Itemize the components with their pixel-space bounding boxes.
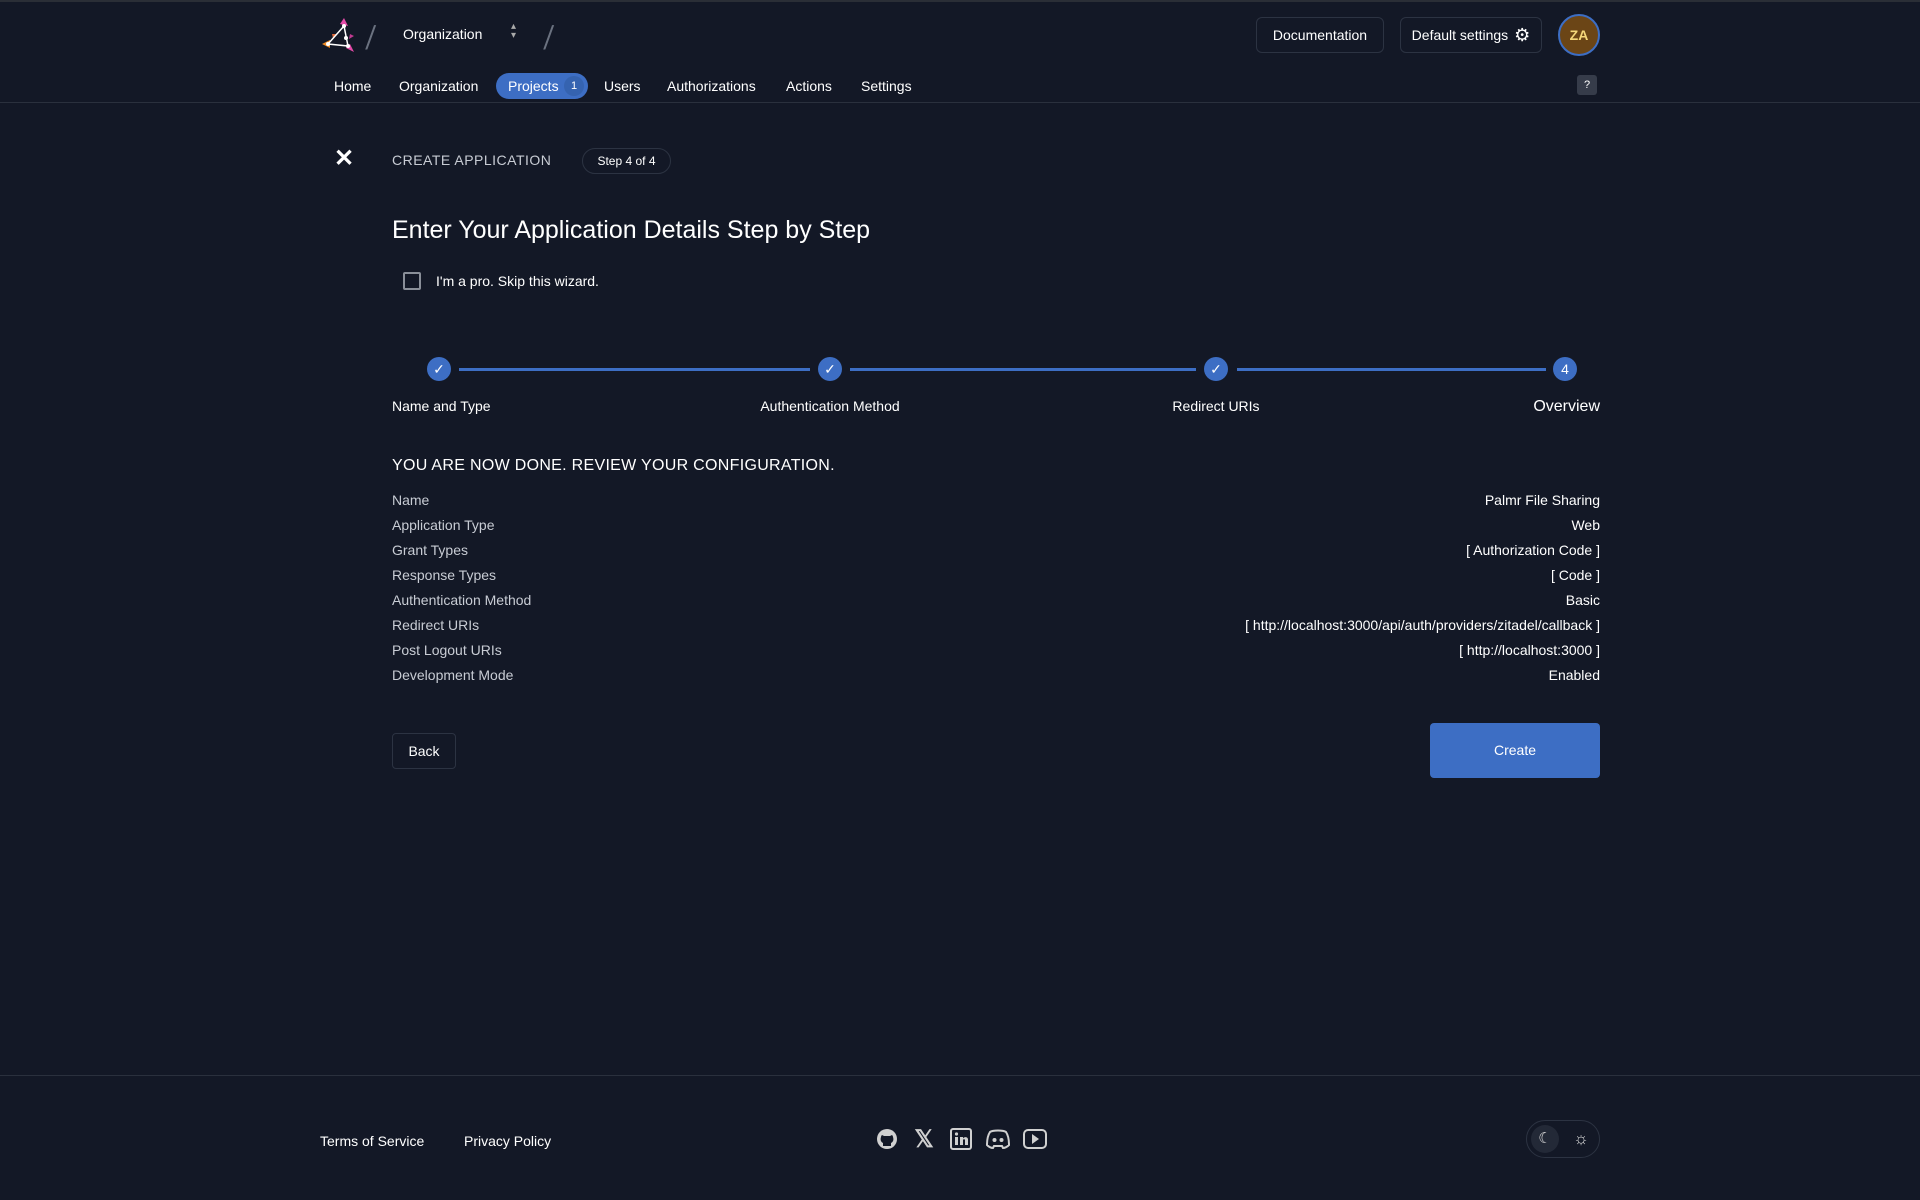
default-settings-label: Default settings [1411,27,1509,43]
nav-projects[interactable]: Projects 1 [496,73,588,99]
x-icon[interactable]: 𝕏 [911,1126,937,1153]
close-icon[interactable]: ✕ [334,147,354,171]
review-key: Post Logout URIs [392,642,502,658]
step-label: Redirect URIs [1172,398,1260,414]
nav-label: Home [334,78,372,94]
create-label: Create [1493,742,1537,758]
nav-users[interactable]: Users [604,74,641,98]
org-switcher[interactable]: Organization ▴ ▾ [403,22,516,43]
zitadel-logo-icon [322,18,354,52]
back-button[interactable]: Back [392,733,456,769]
logo[interactable] [320,16,362,56]
stepper-line [1237,368,1546,371]
review-key: Response Types [392,567,497,583]
chevron-up-down-icon: ▴ ▾ [511,21,517,41]
review-value: [ Code ] [1550,567,1600,583]
nav-organization[interactable]: Organization [399,74,478,98]
avatar[interactable]: ZA [1558,14,1600,56]
breadcrumb-separator: | [540,20,559,50]
review-key: Grant Types [392,542,469,558]
review-value: [ Authorization Code ] [1466,542,1600,558]
nav-label: Organization [399,78,479,94]
step-1-check-icon[interactable]: ✓ [427,357,451,381]
stepper-line [850,368,1196,371]
nav-label: Projects [508,78,559,94]
page-title: Enter Your Application Details Step by S… [392,216,871,244]
theme-toggle[interactable]: ☾ ☼ [1526,1120,1600,1158]
step-badge: Step 4 of 4 [582,148,671,174]
step-2-check-icon[interactable]: ✓ [818,357,842,381]
avatar-initials: ZA [1569,27,1589,43]
step-label: Name and Type [392,398,491,414]
documentation-label: Documentation [1272,27,1368,43]
review-key: Authentication Method [392,592,532,608]
nav-settings[interactable]: Settings [861,74,912,98]
review-key: Application Type [392,517,495,533]
social-links: 𝕏 [874,1126,1048,1153]
review-value: Web [1571,517,1600,533]
nav-label: Authorizations [667,78,756,94]
gear-icon: ⚙ [1514,24,1531,45]
nav-label: Actions [786,78,832,94]
breadcrumb-separator: | [362,20,381,50]
linkedin-icon[interactable] [948,1126,974,1152]
step-4-number[interactable]: 4 [1553,357,1577,381]
org-switcher-label: Organization [403,26,483,42]
wizard-heading: CREATE APPLICATION [392,152,552,168]
header-divider [0,102,1920,103]
review-key: Development Mode [392,667,514,683]
stepper-line [459,368,810,371]
review-value: [ http://localhost:3000/api/auth/provide… [1245,617,1600,633]
nav-label: Settings [861,78,912,94]
step-label: Overview [1533,398,1600,415]
step-3-check-icon[interactable]: ✓ [1204,357,1228,381]
help-label: ? [1583,79,1591,91]
default-settings-button[interactable]: Default settings ⚙ [1400,17,1542,53]
back-label: Back [408,743,440,759]
review-value: Palmr File Sharing [1484,492,1600,508]
youtube-icon[interactable] [1022,1126,1048,1152]
sun-icon[interactable]: ☼ [1567,1125,1595,1153]
terms-link[interactable]: Terms of Service [320,1133,424,1149]
documentation-button[interactable]: Documentation [1256,17,1384,53]
nav-badge: 1 [564,76,584,96]
footer-divider [0,1075,1920,1076]
nav-label: Users [604,78,641,94]
privacy-link[interactable]: Privacy Policy [464,1133,551,1149]
discord-icon[interactable] [985,1126,1011,1152]
step-label: Authentication Method [760,398,900,414]
nav-authorizations[interactable]: Authorizations [667,74,756,98]
review-key: Name [392,492,430,508]
review-key: Redirect URIs [392,617,480,633]
nav-actions[interactable]: Actions [786,74,832,98]
help-button[interactable]: ? [1577,75,1597,95]
review-value: [ http://localhost:3000 ] [1459,642,1600,658]
review-heading: YOU ARE NOW DONE. REVIEW YOUR CONFIGURAT… [392,457,835,474]
nav-home[interactable]: Home [334,74,371,98]
skip-wizard-label[interactable]: I'm a pro. Skip this wizard. [436,273,599,289]
github-icon[interactable] [874,1126,900,1152]
skip-wizard-checkbox[interactable] [403,272,421,290]
review-value: Enabled [1548,667,1600,683]
review-value: Basic [1565,592,1600,608]
create-button[interactable]: Create [1430,723,1600,778]
moon-icon[interactable]: ☾ [1531,1125,1559,1153]
